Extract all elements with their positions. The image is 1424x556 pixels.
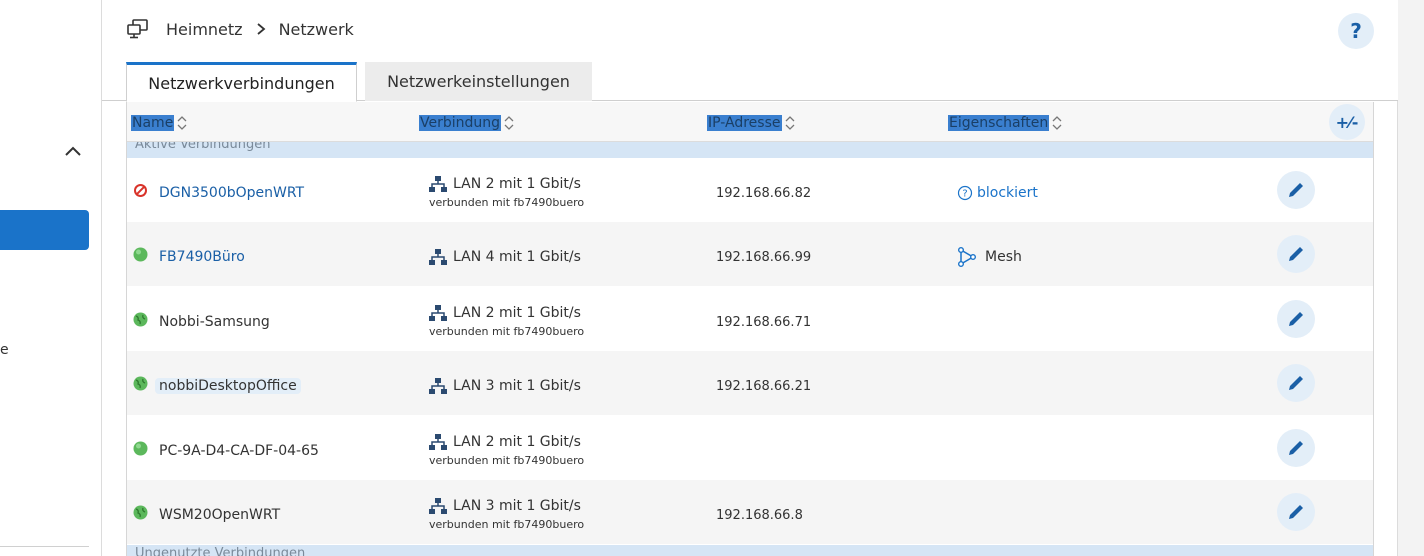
property-label: blockiert — [977, 185, 1038, 201]
device-name[interactable]: WSM20OpenWRT — [159, 507, 280, 523]
connection-cell: LAN 2 mit 1 Gbit/s verbunden mit fb7490b… — [429, 305, 584, 338]
connection-speed: LAN 2 mit 1 Gbit/s — [453, 305, 581, 321]
connection-cell: LAN 3 mit 1 Gbit/s — [429, 378, 581, 394]
sort-icon — [785, 116, 794, 130]
network-devices-icon — [127, 19, 148, 39]
connection-cell: LAN 3 mit 1 Gbit/s verbunden mit fb7490b… — [429, 498, 584, 531]
property-label: Mesh — [985, 249, 1022, 265]
lan-network-icon — [429, 434, 447, 450]
main-panel: Heimnetz Netzwerk ? Netzwerkverbindungen… — [102, 0, 1398, 556]
svg-text:?: ? — [962, 189, 967, 200]
device-name[interactable]: Nobbi-Samsung — [159, 314, 270, 330]
column-header-properties-label: Eigenschaften — [948, 115, 1050, 131]
edit-button[interactable] — [1277, 429, 1315, 467]
connection-speed: LAN 2 mit 1 Gbit/s — [453, 176, 581, 192]
pencil-icon — [1289, 312, 1303, 326]
breadcrumb: Heimnetz Netzwerk — [126, 18, 354, 40]
connection-cell: LAN 2 mit 1 Gbit/s verbunden mit fb7490b… — [429, 176, 584, 209]
pencil-icon — [1289, 441, 1303, 455]
pencil-icon — [1289, 505, 1303, 519]
table-row[interactable]: FB7490Büro LAN 4 mit 1 Gbit/s 192.168.66… — [127, 222, 1373, 286]
sort-icon — [504, 116, 514, 130]
connection-via: verbunden mit fb7490buero — [429, 454, 585, 467]
lan-network-icon — [429, 176, 447, 192]
chevron-right-icon — [256, 23, 265, 35]
app-root: e Heimnetz Netzwerk ? Netzwerkverbindung… — [0, 0, 1424, 556]
column-header-connection-label: Verbindung — [419, 115, 502, 131]
globe-status-icon — [133, 376, 148, 391]
table-row[interactable]: WSM20OpenWRT LAN 3 mit 1 Gbit/s verbunde… — [127, 480, 1373, 544]
edit-button[interactable] — [1277, 364, 1315, 402]
connections-table: Name Verbindung IP-Adresse Eigenschaften… — [126, 102, 1374, 556]
ip-address: 192.168.66.8 — [716, 508, 803, 523]
table-row[interactable]: Nobbi-Samsung LAN 2 mit 1 Gbit/s verbund… — [127, 287, 1373, 351]
group-header-unused: Ungenutzte Verbindungen — [127, 545, 1373, 556]
table-row[interactable]: nobbiDesktopOffice LAN 3 mit 1 Gbit/s 19… — [127, 351, 1373, 415]
pencil-icon — [1289, 247, 1303, 261]
plus-minus-button[interactable]: +⁄- — [1329, 104, 1365, 140]
sidebar-divider — [0, 546, 89, 547]
page-header: Heimnetz Netzwerk ? Netzwerkverbindungen… — [102, 0, 1398, 102]
question-circle-icon: ? — [957, 185, 973, 201]
sidebar-item-active[interactable] — [0, 210, 89, 250]
ip-address: 192.168.66.82 — [716, 186, 812, 201]
device-name-link[interactable]: FB7490Büro — [159, 249, 245, 265]
group-header-active: Aktive Verbindungen — [127, 142, 1373, 158]
device-name[interactable]: PC-9A-D4-CA-DF-04-65 — [159, 443, 319, 459]
connection-speed: LAN 3 mit 1 Gbit/s — [453, 498, 581, 514]
tab-bar: Netzwerkverbindungen Netzwerkeinstellung… — [126, 62, 600, 102]
table-row[interactable]: PC-9A-D4-CA-DF-04-65 LAN 2 mit 1 Gbit/s … — [127, 416, 1373, 480]
connection-via: verbunden mit fb7490buero — [429, 518, 585, 531]
ip-address: 192.168.66.99 — [716, 250, 812, 265]
lan-network-icon — [429, 249, 447, 265]
tab-netzwerkeinstellungen[interactable]: Netzwerkeinstellungen — [365, 62, 592, 101]
property-blocked-link[interactable]: ? blockiert — [957, 185, 1038, 201]
online-status-icon — [133, 247, 148, 262]
edit-button[interactable] — [1277, 235, 1315, 273]
connection-cell: LAN 2 mit 1 Gbit/s verbunden mit fb7490b… — [429, 434, 584, 467]
column-header-name-label: Name — [131, 115, 175, 131]
table-header: Name Verbindung IP-Adresse Eigenschaften… — [127, 102, 1373, 142]
sort-icon — [177, 116, 187, 130]
sort-icon — [1052, 116, 1062, 130]
lan-network-icon — [429, 305, 447, 321]
sidebar-item-label[interactable]: e — [0, 342, 9, 358]
mesh-icon — [958, 247, 976, 267]
ip-address: 192.168.66.71 — [716, 315, 812, 330]
globe-status-icon — [133, 505, 148, 520]
lan-network-icon — [429, 378, 447, 394]
connection-cell: LAN 4 mit 1 Gbit/s — [429, 249, 581, 265]
table-row[interactable]: DGN3500bOpenWRT LAN 2 mit 1 Gbit/s verbu… — [127, 158, 1373, 222]
ip-address: 192.168.66.21 — [716, 379, 812, 394]
breadcrumb-home[interactable]: Heimnetz — [166, 20, 243, 39]
pencil-icon — [1289, 376, 1303, 390]
edit-button[interactable] — [1277, 171, 1315, 209]
blocked-status-icon — [134, 184, 147, 197]
connection-speed: LAN 2 mit 1 Gbit/s — [453, 434, 581, 450]
online-status-icon — [133, 441, 148, 456]
connection-via: verbunden mit fb7490buero — [429, 196, 585, 209]
lan-network-icon — [429, 498, 447, 514]
device-name-link[interactable]: DGN3500bOpenWRT — [159, 185, 304, 201]
chevron-up-icon[interactable] — [62, 140, 84, 162]
column-header-name[interactable]: Name — [131, 114, 188, 132]
sidebar: e — [0, 0, 102, 556]
edit-button[interactable] — [1277, 300, 1315, 338]
column-header-connection[interactable]: Verbindung — [419, 114, 515, 132]
connection-speed: LAN 4 mit 1 Gbit/s — [453, 249, 581, 265]
device-name[interactable]: nobbiDesktopOffice — [155, 378, 301, 394]
edit-button[interactable] — [1277, 493, 1315, 531]
help-button[interactable]: ? — [1338, 13, 1374, 49]
globe-status-icon — [133, 312, 148, 327]
connection-speed: LAN 3 mit 1 Gbit/s — [453, 378, 581, 394]
property-mesh: Mesh — [957, 247, 1022, 267]
tab-netzwerkverbindungen[interactable]: Netzwerkverbindungen — [126, 62, 357, 102]
column-header-ip[interactable]: IP-Adresse — [707, 114, 796, 132]
column-header-ip-label: IP-Adresse — [707, 115, 782, 131]
connection-via: verbunden mit fb7490buero — [429, 325, 585, 338]
breadcrumb-current: Netzwerk — [278, 19, 354, 39]
column-header-properties[interactable]: Eigenschaften — [948, 114, 1063, 132]
pencil-icon — [1289, 183, 1303, 197]
